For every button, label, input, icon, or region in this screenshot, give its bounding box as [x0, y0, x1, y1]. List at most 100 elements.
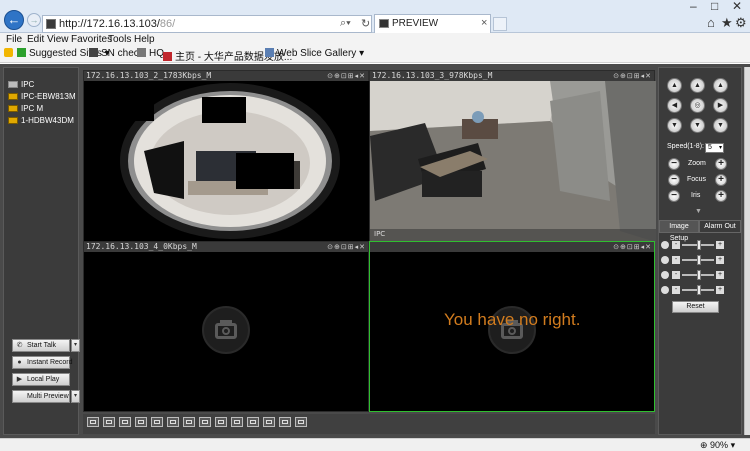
aspect-ratio-icon[interactable] [135, 417, 147, 427]
ptz-down-right-button[interactable]: ▼ [713, 118, 728, 133]
slider-minus[interactable]: - [672, 286, 680, 294]
instant-record-label: Instant Record [27, 359, 73, 366]
contrast-slider[interactable]: - + [661, 255, 741, 265]
focus-plus-button[interactable]: + [715, 174, 727, 186]
slider-minus[interactable]: - [672, 256, 680, 264]
iris-minus-button[interactable]: − [668, 190, 680, 202]
forward-button[interactable]: → [27, 13, 41, 27]
start-talk-dropdown[interactable]: ▾ [71, 339, 80, 352]
layout-9-icon[interactable] [215, 417, 227, 427]
slider-thumb[interactable] [697, 255, 702, 265]
slider-plus[interactable]: + [716, 271, 724, 279]
multi-preview-dropdown[interactable]: ▾ [71, 390, 80, 403]
fit-window-icon[interactable] [87, 417, 99, 427]
menu-view[interactable]: View [47, 34, 69, 45]
address-text[interactable]: http://172.16.13.103/86/ [59, 18, 175, 30]
ptz-down-left-button[interactable]: ▼ [667, 118, 682, 133]
device-item[interactable]: IPC-EBW81ЗM [8, 92, 76, 103]
pane-header: 172.16.13.103_3_978Kbps_M ⊙⊕⊡⊞◂✕ [370, 71, 654, 81]
speed-select[interactable]: 5 [705, 143, 724, 153]
ptz-down-button[interactable]: ▼ [690, 118, 705, 133]
collapse-chevron-icon[interactable]: ▼ [695, 208, 702, 215]
ptz-right-button[interactable]: ▶ [713, 98, 728, 113]
menu-help[interactable]: Help [134, 34, 155, 45]
video-pane-4[interactable]: 172.16.13.103_4_0Kbps_M ⊙⊕⊡⊞◂✕ [83, 241, 369, 412]
pane-controls-icon[interactable]: ⊙⊕⊡⊞◂✕ [327, 243, 366, 251]
pane-controls-icon[interactable]: ⊙⊕⊡⊞◂✕ [327, 72, 366, 80]
slider-thumb[interactable] [697, 240, 702, 250]
layout-6-icon[interactable] [183, 417, 195, 427]
device-item[interactable]: 1-HDBW43DM [8, 116, 74, 127]
slider-thumb[interactable] [697, 270, 702, 280]
fav-sn-check[interactable]: SN check [89, 48, 144, 59]
device-panel: IPC IPC-EBW81ЗM IPC M 1-HDBW43DM ✆ Start … [3, 67, 80, 435]
hue-slider[interactable]: - + [661, 285, 741, 295]
gear-icon[interactable]: ⚙ [735, 15, 747, 31]
fullscreen-icon[interactable] [119, 417, 131, 427]
layout-16-icon[interactable] [247, 417, 259, 427]
saturation-slider[interactable]: - + [661, 270, 741, 280]
star-icon[interactable]: ★ [721, 15, 733, 31]
tab-image-setup[interactable]: Image Setup [659, 220, 699, 242]
browser-toolbar: ← → http://172.16.13.103/86/ ⌕▾ ↻ PREVIE… [0, 0, 750, 33]
vertical-scrollbar[interactable] [744, 67, 750, 435]
multi-preview-button[interactable]: Multi Preview [12, 390, 70, 403]
slider-plus[interactable]: + [716, 241, 724, 249]
video-pane-selected[interactable]: ⊙⊕⊡⊞◂✕ You have no right. [369, 241, 655, 412]
brightness-slider[interactable]: - + [661, 240, 741, 250]
hq-icon [137, 48, 146, 57]
fav-hq[interactable]: HQ [137, 48, 164, 59]
video-pane-3[interactable]: 172.16.13.103_3_978Kbps_M ⊙⊕⊡⊞◂✕ IPC [369, 70, 656, 242]
refresh-icon[interactable]: ↻ [361, 17, 370, 30]
layout-4-icon[interactable] [167, 417, 179, 427]
video-pane-2[interactable]: 172.16.13.103_2_1783Kbps_M ⊙⊕⊡⊞◂✕ [83, 70, 370, 242]
local-play-button[interactable]: ▶ Local Play [12, 373, 70, 386]
search-icon[interactable]: ⌕▾ [340, 17, 351, 30]
tab-alarm-out[interactable]: Alarm Out [699, 220, 741, 233]
back-button[interactable]: ← [4, 10, 24, 30]
minimize-button[interactable]: – [690, 0, 697, 14]
layout-13-icon[interactable] [231, 417, 243, 427]
pane-controls-icon[interactable]: ⊙⊕⊡⊞◂✕ [613, 243, 652, 251]
focus-minus-button[interactable]: − [668, 174, 680, 186]
pane-controls-icon[interactable]: ⊙⊕⊡⊞◂✕ [613, 72, 652, 80]
iris-plus-button[interactable]: + [715, 190, 727, 202]
tab-preview[interactable]: PREVIEW × [374, 14, 491, 33]
menu-tools[interactable]: Tools [108, 34, 131, 45]
favorites-star-icon[interactable] [4, 48, 16, 59]
home-icon[interactable]: ⌂ [707, 15, 715, 30]
tab-close-icon[interactable]: × [481, 17, 487, 29]
zoom-level[interactable]: ⊕ 90% ▾ [700, 440, 735, 451]
layout-8-icon[interactable] [199, 417, 211, 427]
original-size-icon[interactable] [103, 417, 115, 427]
new-tab-button[interactable] [493, 17, 507, 31]
layout-25-icon[interactable] [279, 417, 291, 427]
address-bar[interactable]: http://172.16.13.103/86/ ⌕▾ ↻ [42, 15, 372, 33]
zoom-minus-button[interactable]: − [668, 158, 680, 170]
layout-1-icon[interactable] [151, 417, 163, 427]
close-window-button[interactable]: ✕ [732, 0, 742, 14]
slider-minus[interactable]: - [672, 271, 680, 279]
slider-minus[interactable]: - [672, 241, 680, 249]
ptz-up-right-button[interactable]: ▲ [713, 78, 728, 93]
instant-record-button[interactable]: ● Instant Record [12, 356, 73, 369]
fav-web-slice[interactable]: Web Slice Gallery ▾ [265, 48, 364, 59]
zoom-plus-button[interactable]: + [715, 158, 727, 170]
ptz-up-left-button[interactable]: ▲ [667, 78, 682, 93]
reset-button[interactable]: Reset [672, 301, 719, 313]
menu-file[interactable]: File [6, 34, 22, 45]
slider-plus[interactable]: + [716, 286, 724, 294]
menu-favorites[interactable]: Favorites [71, 34, 112, 45]
layout-36-icon[interactable] [295, 417, 307, 427]
ptz-left-button[interactable]: ◀ [667, 98, 682, 113]
slider-plus[interactable]: + [716, 256, 724, 264]
start-talk-button[interactable]: ✆ Start Talk [12, 339, 70, 352]
ptz-center-button[interactable]: ◎ [690, 98, 705, 113]
slider-thumb[interactable] [697, 285, 702, 295]
maximize-button[interactable]: □ [711, 0, 718, 14]
layout-20-icon[interactable] [263, 417, 275, 427]
device-item[interactable]: IPC M [8, 104, 43, 115]
ptz-up-button[interactable]: ▲ [690, 78, 705, 93]
menu-edit[interactable]: Edit [27, 34, 44, 45]
device-item[interactable]: IPC [8, 80, 34, 91]
